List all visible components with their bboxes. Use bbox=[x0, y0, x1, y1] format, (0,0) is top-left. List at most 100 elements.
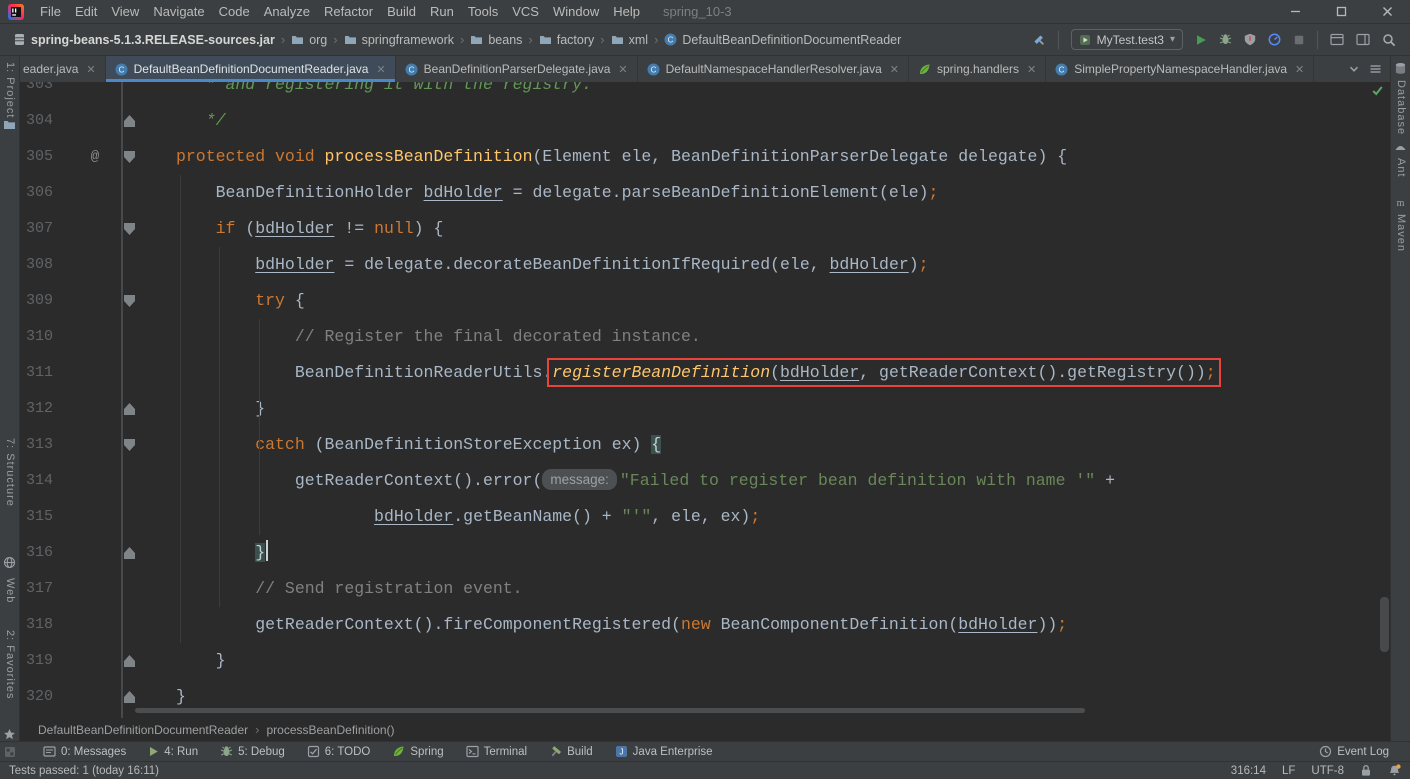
search-everywhere-icon[interactable] bbox=[1382, 33, 1396, 47]
menu-window[interactable]: Window bbox=[546, 4, 606, 19]
line-number[interactable]: 309 bbox=[26, 283, 70, 319]
tool-stripe-maven[interactable]: Maven bbox=[1395, 214, 1407, 252]
code-line[interactable]: try { bbox=[176, 283, 305, 319]
menu-vcs[interactable]: VCS bbox=[505, 4, 546, 19]
line-number[interactable]: 308 bbox=[26, 247, 70, 283]
line-number[interactable]: 320 bbox=[26, 679, 70, 715]
toolwindow-0-messages[interactable]: 0: Messages bbox=[32, 742, 137, 762]
globe-icon[interactable] bbox=[3, 556, 16, 569]
notifications-bell-icon[interactable] bbox=[1388, 764, 1401, 777]
breadcrumb-factory[interactable]: factory bbox=[536, 33, 598, 47]
minimize-button[interactable] bbox=[1272, 0, 1318, 24]
tool-stripe-1-project[interactable]: 1: Project bbox=[4, 62, 16, 118]
code-line[interactable]: BeanDefinitionReaderUtils.registerBeanDe… bbox=[176, 355, 1221, 391]
coverage-icon[interactable] bbox=[1244, 33, 1256, 46]
tab-beandefinitionparserdelegate-java[interactable]: C BeanDefinitionParserDelegate.java ✕ bbox=[396, 56, 638, 82]
toolwindow-terminal[interactable]: Terminal bbox=[455, 742, 538, 762]
line-number[interactable]: 316 bbox=[26, 535, 70, 571]
stop-icon[interactable] bbox=[1293, 34, 1305, 46]
menu-navigate[interactable]: Navigate bbox=[146, 4, 211, 19]
line-number[interactable]: 317 bbox=[26, 571, 70, 607]
breadcrumb-defaultbeandefinitiondocumentreader[interactable]: DefaultBeanDefinitionDocumentReader bbox=[34, 723, 252, 737]
code-line[interactable]: */ bbox=[176, 103, 226, 139]
code-line[interactable]: BeanDefinitionHolder bdHolder = delegate… bbox=[176, 175, 939, 211]
menu-run[interactable]: Run bbox=[423, 4, 461, 19]
menu-edit[interactable]: Edit bbox=[68, 4, 104, 19]
line-number[interactable]: 312 bbox=[26, 391, 70, 427]
code-line[interactable]: if (bdHolder != null) { bbox=[176, 211, 444, 247]
code-line[interactable]: catch (BeanDefinitionStoreException ex) … bbox=[176, 427, 662, 463]
breadcrumb-spring-beans-5-1-3-release-sources-jar[interactable]: spring-beans-5.1.3.RELEASE-sources.jar bbox=[10, 33, 278, 47]
fold-down-icon[interactable] bbox=[124, 223, 135, 235]
tool-stripe-2-favorites[interactable]: 2: Favorites bbox=[4, 630, 16, 699]
file-encoding[interactable]: UTF-8 bbox=[1311, 765, 1344, 777]
tab-defaultnamespacehandlerresolver-java[interactable]: C DefaultNamespaceHandlerResolver.java ✕ bbox=[638, 56, 909, 82]
caret-position[interactable]: 316:14 bbox=[1231, 765, 1266, 777]
line-number[interactable]: 306 bbox=[26, 175, 70, 211]
code-line[interactable]: protected void processBeanDefinition(Ele… bbox=[176, 139, 1067, 175]
code-area[interactable]: 303 * and registering it with the regist… bbox=[20, 82, 1390, 718]
line-number[interactable]: 313 bbox=[26, 427, 70, 463]
close-tab-icon[interactable]: ✕ bbox=[86, 63, 95, 76]
line-number[interactable]: 318 bbox=[26, 607, 70, 643]
fold-down-icon[interactable] bbox=[124, 295, 135, 307]
breadcrumb-springframework[interactable]: springframework bbox=[341, 33, 457, 47]
menu-file[interactable]: File bbox=[33, 4, 68, 19]
close-button[interactable] bbox=[1364, 0, 1410, 24]
close-tab-icon[interactable]: ✕ bbox=[618, 63, 627, 76]
ant-icon[interactable] bbox=[1394, 140, 1407, 153]
code-line[interactable]: } bbox=[176, 643, 226, 679]
line-number[interactable]: 304 bbox=[26, 103, 70, 139]
close-tab-icon[interactable]: ✕ bbox=[890, 63, 899, 76]
fold-up-icon[interactable] bbox=[124, 403, 135, 415]
maven-icon[interactable]: m bbox=[1394, 196, 1407, 209]
line-number[interactable]: 319 bbox=[26, 643, 70, 679]
toolwindow-spring[interactable]: Spring bbox=[381, 742, 454, 762]
menu-analyze[interactable]: Analyze bbox=[257, 4, 317, 19]
toolwindow-6-todo[interactable]: 6: TODO bbox=[296, 742, 382, 762]
code-line[interactable]: bdHolder = delegate.decorateBeanDefiniti… bbox=[176, 247, 928, 283]
line-ending[interactable]: LF bbox=[1282, 765, 1295, 777]
menu-help[interactable]: Help bbox=[606, 4, 647, 19]
code-line[interactable]: // Register the final decorated instance… bbox=[176, 319, 701, 355]
toolwindow-event-log[interactable]: Event Log bbox=[1308, 742, 1400, 762]
line-number[interactable]: 305 bbox=[26, 139, 70, 175]
fold-down-icon[interactable] bbox=[124, 151, 135, 163]
breadcrumb-org[interactable]: org bbox=[288, 33, 330, 47]
code-line[interactable]: } bbox=[176, 391, 265, 427]
close-tab-icon[interactable]: ✕ bbox=[1295, 63, 1304, 76]
menu-code[interactable]: Code bbox=[212, 4, 257, 19]
tab-options-icon[interactable] bbox=[1369, 63, 1382, 75]
override-annotation-icon[interactable]: @ bbox=[84, 139, 106, 175]
build-hammer-icon[interactable] bbox=[1032, 33, 1046, 47]
tool-panel-icon[interactable] bbox=[1330, 33, 1344, 46]
code-line[interactable]: * and registering it with the registry. bbox=[176, 82, 592, 103]
fold-up-icon[interactable] bbox=[124, 655, 135, 667]
database-icon[interactable] bbox=[1394, 62, 1407, 75]
fold-up-icon[interactable] bbox=[124, 115, 135, 127]
code-line[interactable]: // Send registration event. bbox=[176, 571, 522, 607]
fold-down-icon[interactable] bbox=[124, 439, 135, 451]
tool-stripe-7-structure[interactable]: 7: Structure bbox=[4, 438, 16, 507]
tool-stripe-ant[interactable]: Ant bbox=[1395, 158, 1407, 178]
tab-spring-handlers[interactable]: spring.handlers ✕ bbox=[909, 56, 1047, 82]
toolwindow-java-enterprise[interactable]: J Java Enterprise bbox=[604, 742, 724, 762]
fold-up-icon[interactable] bbox=[124, 547, 135, 559]
debug-button-icon[interactable] bbox=[1219, 33, 1232, 46]
breadcrumb-processbeandefinition[interactable]: processBeanDefinition() bbox=[262, 723, 398, 737]
tool-stripe-database[interactable]: Database bbox=[1395, 80, 1407, 135]
line-number[interactable]: 303 bbox=[26, 82, 70, 103]
breadcrumb-beans[interactable]: beans bbox=[467, 33, 525, 47]
horizontal-scrollbar[interactable] bbox=[135, 708, 1085, 713]
line-number[interactable]: 311 bbox=[26, 355, 70, 391]
tab-defaultbeandefinitiondocumentreader-java[interactable]: C DefaultBeanDefinitionDocumentReader.jav… bbox=[105, 56, 396, 82]
breadcrumb-defaultbeandefinitiondocumentreader[interactable]: C DefaultBeanDefinitionDocumentReader bbox=[661, 33, 904, 47]
line-number[interactable]: 315 bbox=[26, 499, 70, 535]
close-tab-icon[interactable]: ✕ bbox=[376, 63, 385, 76]
code-line[interactable]: getReaderContext().fireComponentRegister… bbox=[176, 607, 1067, 643]
line-number[interactable]: 314 bbox=[26, 463, 70, 499]
menu-view[interactable]: View bbox=[104, 4, 146, 19]
layout-icon[interactable] bbox=[1356, 33, 1370, 46]
menu-build[interactable]: Build bbox=[380, 4, 423, 19]
line-number[interactable]: 310 bbox=[26, 319, 70, 355]
